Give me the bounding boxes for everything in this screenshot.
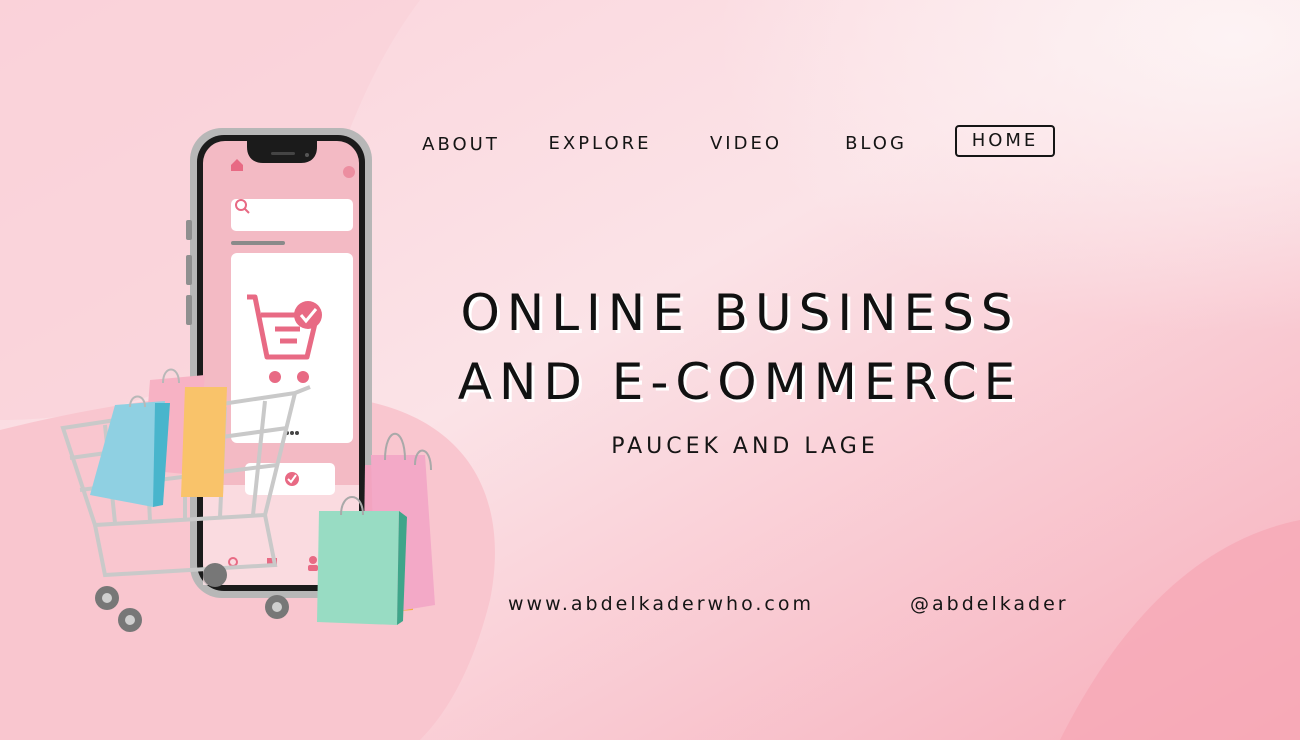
- nav-item-explore[interactable]: EXPLORE: [540, 131, 660, 157]
- search-bar: [231, 199, 353, 231]
- nav-item-home[interactable]: HOME: [955, 125, 1055, 157]
- website-link[interactable]: www.abdelkaderwho.com: [508, 593, 814, 615]
- social-handle[interactable]: @abdelkader: [910, 593, 1069, 615]
- hero-subtitle: PAUCEK AND LAGE: [611, 434, 879, 459]
- shopping-bag-icon: [90, 368, 227, 507]
- hero-title-line2: AND E-COMMERCE: [457, 353, 1023, 411]
- nav-item-blog[interactable]: BLOG: [836, 131, 916, 157]
- profile-icon: [343, 166, 355, 178]
- hero-title-line1: ONLINE BUSINESS: [460, 284, 1020, 342]
- product-card: [231, 253, 353, 443]
- check-icon: [294, 301, 322, 329]
- nav-item-about[interactable]: ABOUT: [416, 132, 506, 158]
- nav-item-video[interactable]: VIDEO: [700, 131, 792, 157]
